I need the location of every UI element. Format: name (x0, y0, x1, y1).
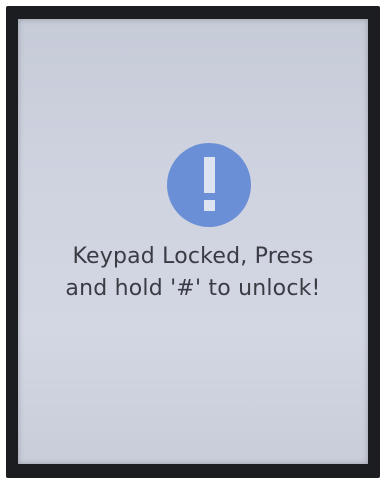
lock-message: Keypad Locked, Press and hold '#' to unl… (18, 241, 368, 305)
lock-screen: Keypad Locked, Press and hold '#' to unl… (18, 19, 368, 464)
exclamation-icon (167, 143, 251, 227)
lock-message-line-1: Keypad Locked, Press (72, 244, 314, 269)
lock-message-line-2: and hold '#' to unlock! (65, 276, 321, 301)
device-bezel: Keypad Locked, Press and hold '#' to unl… (0, 0, 387, 485)
